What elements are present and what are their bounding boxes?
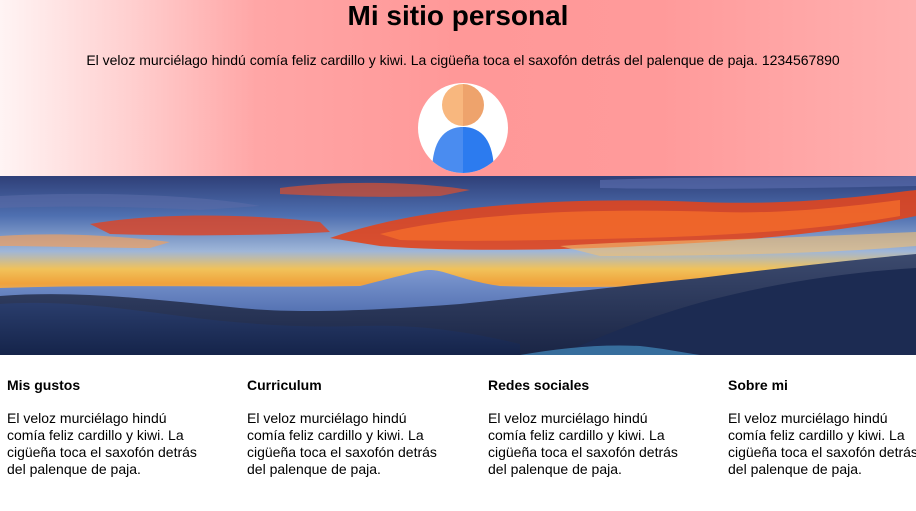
section-text: El veloz murciélago hindú comía feliz ca… bbox=[7, 410, 197, 477]
hero-landscape-image bbox=[0, 176, 916, 355]
content-columns: Mis gustos El veloz murciélago hindú com… bbox=[0, 355, 916, 511]
section-title: Curriculum bbox=[247, 377, 322, 393]
site-header: Mi sitio personal El veloz murciélago hi… bbox=[0, 0, 916, 176]
section-title: Mis gustos bbox=[7, 377, 81, 393]
user-avatar-icon bbox=[418, 83, 508, 173]
section-text: El veloz murciélago hindú comía feliz ca… bbox=[247, 410, 437, 477]
page-title: Mi sitio personal bbox=[347, 0, 569, 31]
site-tagline: El veloz murciélago hindú comía feliz ca… bbox=[86, 52, 840, 68]
section-title: Redes sociales bbox=[488, 377, 590, 393]
section-text: El veloz murciélago hindú comía feliz ca… bbox=[488, 410, 678, 477]
section-title: Sobre mi bbox=[728, 377, 788, 393]
section-text: El veloz murciélago hindú comía feliz ca… bbox=[728, 410, 916, 477]
